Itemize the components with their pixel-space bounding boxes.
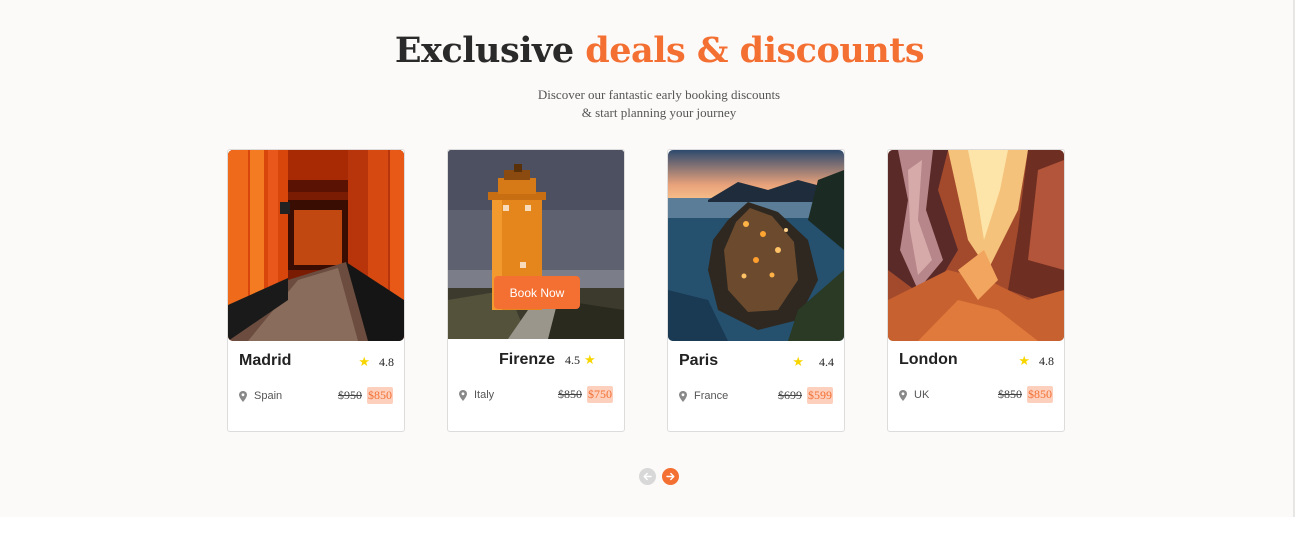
map-pin-icon: [239, 390, 247, 402]
location: France: [679, 390, 728, 402]
arrow-left-icon: [643, 472, 652, 481]
carousel-prev-button[interactable]: [639, 468, 656, 485]
deal-image-madrid[interactable]: [228, 150, 404, 341]
old-price: $850: [558, 387, 582, 401]
rating: ★ 4.8: [358, 354, 394, 370]
rating: ★ 4.8: [1018, 353, 1054, 369]
location: Spain: [239, 390, 282, 402]
map-pin-icon: [899, 389, 907, 401]
new-price: $850: [1027, 386, 1053, 403]
price: $850 $750: [558, 386, 613, 403]
deal-image-london[interactable]: [888, 150, 1064, 341]
book-now-button[interactable]: Book Now: [494, 276, 580, 309]
subtitle-line-1: Discover our fantastic early booking dis…: [537, 87, 781, 102]
star-icon: ★: [792, 354, 804, 369]
subtitle-line-2: & start planning your journey: [581, 105, 737, 120]
old-price: $950: [338, 388, 362, 402]
deal-card-firenze[interactable]: Book Now Firenze 4.5 ★ Italy $850 $750: [447, 149, 625, 432]
rating-value: 4.8: [1039, 353, 1054, 368]
deal-image-paris[interactable]: [668, 150, 844, 341]
rating-value: 4.4: [819, 354, 834, 369]
location: UK: [899, 389, 929, 401]
map-pin-icon: [679, 390, 687, 402]
heading-accent: deals & discounts: [585, 30, 925, 71]
star-icon: ★: [358, 354, 370, 369]
rating-value: 4.5: [565, 352, 581, 367]
country-name: France: [694, 390, 729, 402]
deal-card-london[interactable]: London ★ 4.8 UK $850 $850: [887, 149, 1065, 432]
price: $850 $850: [998, 386, 1053, 403]
carousel-next-button[interactable]: [662, 468, 679, 485]
section-heading: Exclusive deals & discounts: [0, 30, 1295, 71]
deal-card-paris[interactable]: Paris ★ 4.4 France $699 $599: [667, 149, 845, 432]
star-icon: ★: [1018, 353, 1030, 368]
city-name: Madrid: [239, 352, 292, 369]
deals-section: Exclusive deals & discounts Discover our…: [0, 0, 1295, 517]
card-title-row: Firenze 4.5 ★: [499, 351, 596, 369]
city-name: Firenze: [499, 351, 556, 368]
country-name: Spain: [254, 390, 283, 402]
new-price: $850: [367, 387, 393, 404]
location: Italy: [459, 389, 494, 401]
heading-main: Exclusive: [394, 30, 574, 71]
country-name: Italy: [474, 389, 495, 401]
price: $699 $599: [778, 387, 833, 404]
map-pin-icon: [459, 389, 467, 401]
price: $950 $850: [338, 387, 393, 404]
rating: ★ 4.4: [792, 354, 834, 370]
new-price: $599: [807, 387, 833, 404]
deal-image-firenze[interactable]: Book Now: [448, 150, 624, 339]
arrow-right-icon: [666, 472, 675, 481]
new-price: $750: [587, 386, 613, 403]
deal-card-madrid[interactable]: Madrid ★ 4.8 Spain $950 $850: [227, 149, 405, 432]
city-name: Paris: [679, 352, 719, 369]
country-name: UK: [914, 389, 930, 401]
rating: 4.5 ★: [565, 352, 596, 368]
old-price: $850: [998, 387, 1022, 401]
section-subtitle: Discover our fantastic early booking dis…: [0, 86, 1295, 122]
rating-value: 4.8: [379, 354, 394, 369]
city-name: London: [899, 351, 958, 368]
star-icon: ★: [584, 352, 596, 367]
old-price: $699: [778, 388, 802, 402]
